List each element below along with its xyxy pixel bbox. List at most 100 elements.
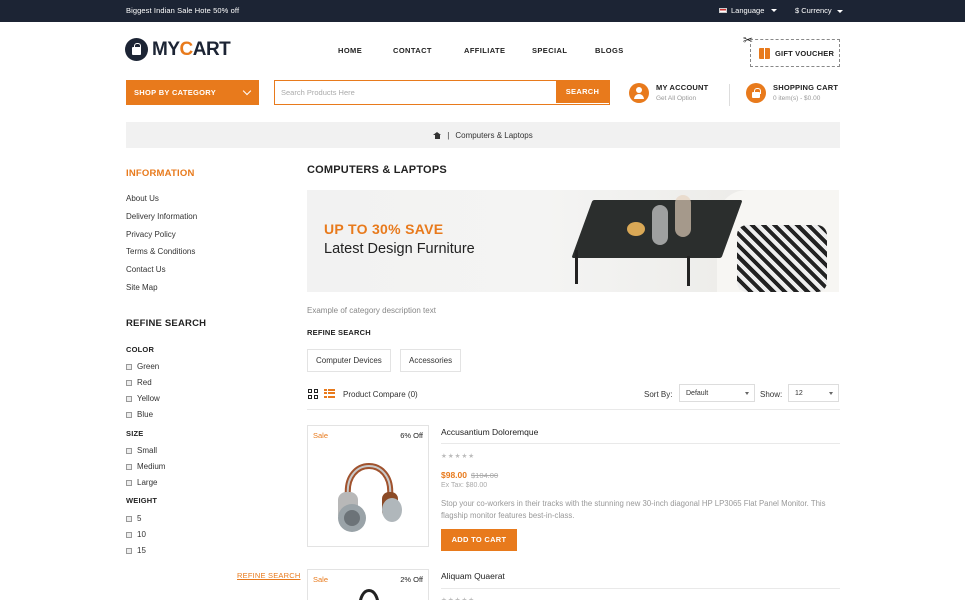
link-terms-conditions[interactable]: Terms & Conditions [126, 247, 197, 265]
caret-down-icon [745, 392, 749, 395]
home-icon[interactable] [433, 131, 442, 139]
shopping-bag-icon [125, 38, 148, 61]
show-label: Show: [760, 390, 783, 399]
divider [441, 443, 840, 444]
color-filter-heading: COLOR [126, 345, 155, 354]
divider [307, 409, 840, 410]
filter-option-weight-15[interactable]: 15 [126, 546, 146, 555]
product-ex-tax: Ex Tax: $80.00 [441, 482, 488, 489]
add-to-cart-button[interactable]: ADD TO CART [441, 529, 517, 551]
vase-graphic [675, 195, 691, 237]
category-description: Example of category description text [307, 306, 436, 315]
chevron-down-icon [242, 86, 252, 96]
checkbox[interactable] [126, 447, 132, 454]
checkbox[interactable] [126, 395, 132, 402]
checkbox[interactable] [126, 379, 132, 386]
breadcrumb-current[interactable]: Computers & Laptops [455, 131, 532, 140]
filter-option-red[interactable]: Red [126, 378, 152, 387]
link-contact-us[interactable]: Contact Us [126, 265, 197, 283]
nav-special[interactable]: SPECIAL [532, 46, 567, 55]
list-view-icon[interactable] [324, 389, 335, 399]
logo-text: MYCART [152, 38, 231, 60]
table-leg-graphic [575, 250, 578, 284]
caret-down-icon [829, 392, 833, 395]
information-links: About Us Delivery Information Privacy Po… [126, 194, 197, 301]
cart-title: SHOPPING CART [773, 83, 839, 92]
filter-option-small[interactable]: Small [126, 446, 157, 455]
checkbox[interactable] [126, 531, 132, 538]
filter-option-green[interactable]: Green [126, 362, 159, 371]
gift-voucher-label: GIFT VOUCHER [775, 48, 835, 58]
grid-view-icon[interactable] [308, 389, 318, 399]
promo-text: Biggest Indian Sale Hote 50% off [126, 6, 240, 15]
filter-option-weight-10[interactable]: 10 [126, 530, 146, 539]
currency-label: $ Currency [795, 6, 832, 15]
hourglass-graphic [652, 205, 668, 245]
site-logo[interactable]: MYCART [125, 38, 231, 61]
nav-home[interactable]: HOME [338, 46, 362, 55]
gift-voucher-button[interactable]: GIFT VOUCHER [750, 39, 840, 67]
product-old-price: $104.00 [471, 471, 499, 480]
category-banner[interactable]: UP TO 30% SAVE Latest Design Furniture [307, 190, 839, 292]
divider [729, 84, 730, 106]
sort-select[interactable]: Default [679, 384, 755, 402]
breadcrumb: | Computers & Laptops [126, 122, 840, 148]
banner-headline: UP TO 30% SAVE [324, 221, 444, 237]
refine-search-link[interactable]: REFINE SEARCH [237, 571, 300, 580]
checkbox[interactable] [126, 363, 132, 370]
search-bar: SEARCH [274, 80, 610, 105]
sort-label: Sort By: [644, 390, 673, 399]
nav-affiliate[interactable]: AFFILIATE [464, 46, 505, 55]
banner-subheadline: Latest Design Furniture [324, 241, 475, 257]
search-button[interactable]: SEARCH [556, 81, 609, 103]
checkbox[interactable] [126, 547, 132, 554]
breadcrumb-separator: | [447, 130, 450, 140]
product-image-card[interactable]: Sale 6% Off [307, 425, 429, 547]
link-privacy-policy[interactable]: Privacy Policy [126, 230, 197, 248]
search-input[interactable] [275, 81, 557, 103]
show-select[interactable]: 12 [788, 384, 839, 402]
subcategory-accessories[interactable]: Accessories [400, 349, 462, 372]
shop-by-category-button[interactable]: SHOP BY CATEGORY [126, 80, 259, 105]
filter-option-yellow[interactable]: Yellow [126, 394, 160, 403]
link-delivery-information[interactable]: Delivery Information [126, 212, 197, 230]
filter-option-blue[interactable]: Blue [126, 410, 153, 419]
table-leg-graphic [687, 256, 690, 286]
checkbox[interactable] [126, 479, 132, 486]
subcategory-computer-devices[interactable]: Computer Devices [307, 349, 391, 372]
refine-search-subheading: REFINE SEARCH [307, 328, 371, 337]
nav-blogs[interactable]: BLOGS [595, 46, 624, 55]
language-selector[interactable]: Language [719, 6, 778, 15]
product-compare-link[interactable]: Product Compare (0) [343, 390, 418, 399]
product-description: Stop your co-workers in their tracks wit… [441, 499, 826, 520]
category-button-label: SHOP BY CATEGORY [134, 88, 217, 97]
product-title[interactable]: Aliquam Quaerat [441, 571, 505, 581]
checkbox[interactable] [126, 515, 132, 522]
product-title[interactable]: Accusantium Doloremque [441, 427, 538, 437]
headphones-image [359, 589, 379, 600]
nav-contact[interactable]: CONTACT [393, 46, 432, 55]
information-heading: INFORMATION [126, 168, 195, 179]
link-about-us[interactable]: About Us [126, 194, 197, 212]
weight-filter-heading: WEIGHT [126, 496, 158, 505]
product-image-card[interactable]: Sale 2% Off [307, 569, 429, 600]
filter-option-large[interactable]: Large [126, 478, 157, 487]
filter-option-medium[interactable]: Medium [126, 462, 165, 471]
language-label: Language [731, 6, 765, 15]
link-site-map[interactable]: Site Map [126, 283, 197, 301]
cart-lock-icon [746, 83, 766, 103]
currency-selector[interactable]: $ Currency [795, 6, 843, 15]
top-bar: Biggest Indian Sale Hote 50% off Languag… [0, 0, 965, 22]
user-icon [629, 83, 649, 103]
pillow-graphic [737, 225, 827, 292]
shopping-cart[interactable]: SHOPPING CART 0 item(s) - $0.00 [746, 83, 838, 103]
product-price: $98.00 [441, 470, 467, 480]
account-subtitle: Get All Option [656, 95, 697, 102]
divider [441, 588, 840, 589]
my-account[interactable]: MY ACCOUNT Get All Option [629, 83, 708, 103]
filter-option-weight-5[interactable]: 5 [126, 514, 141, 523]
product-toolbar: Product Compare (0) Sort By: Default Sho… [307, 384, 840, 404]
checkbox[interactable] [126, 411, 132, 418]
cart-subtitle: 0 item(s) - $0.00 [773, 95, 821, 102]
checkbox[interactable] [126, 463, 132, 470]
